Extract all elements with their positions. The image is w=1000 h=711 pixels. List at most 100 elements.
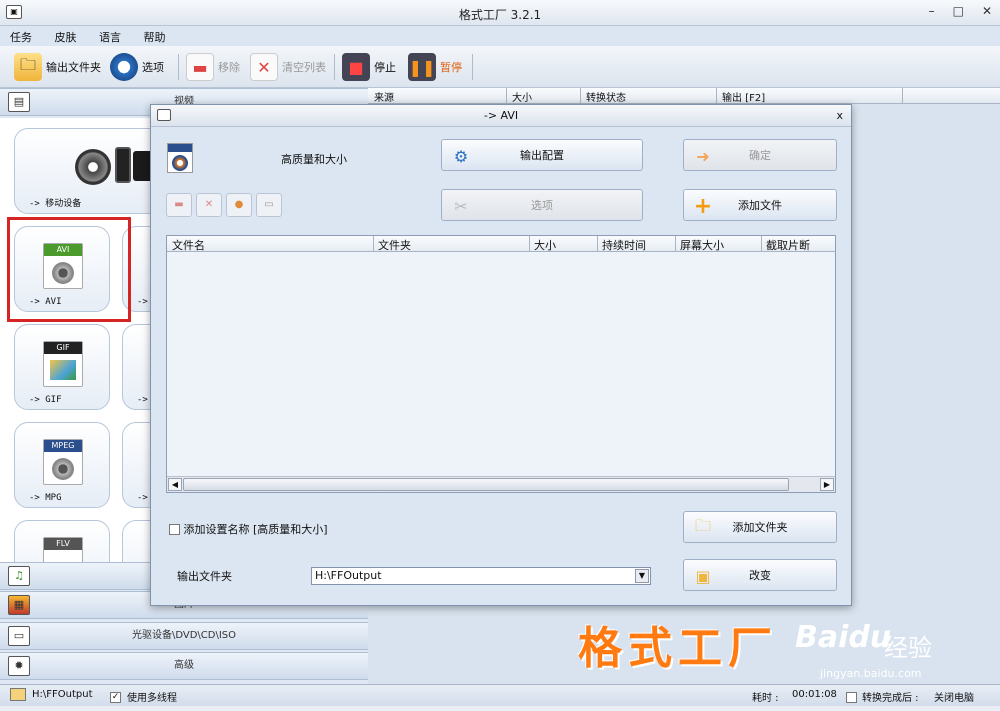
after-convert-label: 转换完成后 : bbox=[862, 693, 919, 704]
menu-help[interactable]: 帮助 bbox=[134, 26, 175, 45]
change-folder-button[interactable]: ▣ 改变 bbox=[683, 559, 837, 591]
watermark-jingyan: 经验 bbox=[884, 634, 932, 662]
col-duration[interactable]: 持续时间 bbox=[602, 237, 646, 253]
category-rom-device[interactable]: ▭ 光驱设备\DVD\CD\ISO bbox=[0, 622, 368, 650]
remove-document-icon: ▬ bbox=[186, 53, 214, 81]
pause-icon: ❚❚ bbox=[408, 53, 436, 81]
dialog-close-button[interactable]: x bbox=[836, 105, 843, 127]
minimize-button[interactable]: – bbox=[929, 4, 935, 18]
col-size[interactable]: 大小 bbox=[512, 89, 532, 104]
quality-label: 高质量和大小 bbox=[281, 153, 347, 166]
config-gear-icon: ⚙ bbox=[453, 146, 469, 166]
multithread-label: 使用多线程 bbox=[127, 693, 177, 704]
tile-mpg[interactable]: MPEG -> MPG bbox=[14, 422, 110, 508]
info-icon: ▭ bbox=[264, 199, 274, 210]
stop-icon: ■ bbox=[342, 53, 370, 81]
options-button[interactable]: ⚙ 选项 bbox=[110, 52, 164, 82]
video-category-icon: ▤ bbox=[8, 92, 30, 112]
gif-format-icon: GIF bbox=[43, 341, 83, 387]
col-source[interactable]: 来源 bbox=[374, 89, 394, 104]
image-icon: ▦ bbox=[8, 595, 30, 615]
menu-language[interactable]: 语言 bbox=[89, 26, 130, 45]
output-folder-button[interactable]: 🗀 输出文件夹 bbox=[14, 52, 101, 82]
col-file-size[interactable]: 大小 bbox=[534, 237, 556, 253]
elapsed-time: 00:01:08 bbox=[792, 689, 837, 700]
close-button[interactable]: ✕ bbox=[982, 4, 992, 18]
remove-button[interactable]: ▬ 移除 bbox=[186, 52, 240, 82]
add-folder-icon: 🗀 bbox=[694, 515, 711, 535]
scroll-thumb[interactable] bbox=[183, 478, 789, 491]
add-file-button[interactable]: + 添加文件 bbox=[683, 189, 837, 221]
clip-options-button[interactable]: ✂ 选项 bbox=[441, 189, 643, 221]
tile-gif[interactable]: GIF -> GIF bbox=[14, 324, 110, 410]
after-convert-action[interactable]: 关闭电脑 bbox=[934, 689, 974, 704]
col-clip[interactable]: 截取片断 bbox=[766, 237, 810, 253]
file-list-header: 文件名 文件夹 大小 持续时间 屏幕大小 截取片断 bbox=[167, 236, 835, 252]
dialog-title: -> AVI bbox=[483, 109, 519, 122]
avi-highlight-box bbox=[7, 217, 131, 322]
col-screen-size[interactable]: 屏幕大小 bbox=[680, 237, 724, 253]
music-note-icon: ♫ bbox=[8, 566, 30, 586]
clear-list-button[interactable]: ✕ 清空列表 bbox=[250, 52, 326, 82]
play-icon: ● bbox=[234, 199, 244, 210]
maximize-button[interactable]: □ bbox=[953, 4, 964, 18]
tile-flv[interactable]: FLV bbox=[14, 520, 110, 562]
clear-files-button[interactable]: ✕ bbox=[196, 193, 222, 217]
elapsed-label: 耗时 : bbox=[752, 693, 779, 704]
options-gear-icon: ⚙ bbox=[110, 53, 138, 81]
pause-button[interactable]: ❚❚ 暂停 bbox=[408, 52, 462, 82]
disc-drive-icon: ▭ bbox=[8, 626, 30, 646]
col-status[interactable]: 转换状态 bbox=[586, 89, 626, 104]
file-info-button[interactable]: ▭ bbox=[256, 193, 282, 217]
tile-gif-label: -> GIF bbox=[29, 395, 62, 405]
folder-browse-icon: ▣ bbox=[695, 566, 711, 586]
advanced-gear-icon: ✹ bbox=[8, 656, 30, 676]
arrow-right-icon: ➜ bbox=[696, 146, 710, 166]
file-list-body[interactable] bbox=[167, 252, 835, 476]
window-title: 格式工厂 3.2.1 bbox=[458, 8, 542, 22]
add-setting-name-label: 添加设置名称 [高质量和大小] bbox=[183, 523, 328, 536]
file-list-hscrollbar[interactable]: ◀ ▶ bbox=[167, 476, 835, 492]
task-list-header: 来源 大小 转换状态 输出 [F2] bbox=[368, 88, 1000, 104]
scissors-icon: ✂ bbox=[454, 196, 468, 216]
flv-format-icon: FLV bbox=[43, 537, 83, 562]
folder-icon: 🗀 bbox=[14, 53, 42, 81]
dialog-title-bar: -> AVI x bbox=[151, 105, 851, 127]
scroll-left-icon[interactable]: ◀ bbox=[168, 478, 182, 491]
menu-task[interactable]: 任务 bbox=[0, 26, 41, 45]
menu-bar: 任务 皮肤 语言 帮助 bbox=[0, 26, 1000, 46]
format-factory-window: ▣ 格式工厂 3.2.1 – □ ✕ 任务 皮肤 语言 帮助 🗀 输出文件夹 ⚙… bbox=[0, 0, 1000, 711]
status-output-path: H:\FFOutput bbox=[32, 689, 93, 700]
plus-icon: + bbox=[693, 193, 713, 219]
col-filename[interactable]: 文件名 bbox=[172, 237, 205, 253]
dialog-app-icon bbox=[157, 109, 171, 121]
add-folder-button[interactable]: 🗀 添加文件夹 bbox=[683, 511, 837, 543]
col-output[interactable]: 输出 [F2] bbox=[722, 89, 765, 104]
title-bar: ▣ 格式工厂 3.2.1 – □ ✕ bbox=[0, 0, 1000, 26]
watermark-text: 格式工厂 bbox=[578, 623, 778, 674]
tile-mpg-label: -> MPG bbox=[29, 493, 62, 503]
avi-format-icon-large bbox=[167, 143, 193, 173]
status-folder-icon[interactable] bbox=[10, 688, 26, 701]
category-advanced[interactable]: ✹ 高级 bbox=[0, 652, 368, 680]
mobile-device-icon bbox=[75, 143, 155, 187]
avi-settings-dialog: -> AVI x 高质量和大小 ⚙ 输出配置 ➜ 确定 ▬ ✕ ● ▭ ✂ 选项… bbox=[150, 104, 852, 606]
remove-file-button[interactable]: ▬ bbox=[166, 193, 192, 217]
stop-button[interactable]: ■ 停止 bbox=[342, 52, 396, 82]
output-folder-select[interactable]: H:\FFOutput ▼ bbox=[311, 567, 651, 585]
play-file-button[interactable]: ● bbox=[226, 193, 252, 217]
add-setting-name-checkbox[interactable]: 添加设置名称 [高质量和大小] bbox=[169, 521, 328, 537]
col-folder[interactable]: 文件夹 bbox=[378, 237, 411, 253]
ok-button[interactable]: ➜ 确定 bbox=[683, 139, 837, 171]
clear-small-icon: ✕ bbox=[204, 199, 214, 210]
watermark-baidu: Baidu bbox=[795, 620, 892, 655]
scroll-right-icon[interactable]: ▶ bbox=[820, 478, 834, 491]
watermark-url: jingyan.baidu.com bbox=[820, 667, 922, 680]
menu-skin[interactable]: 皮肤 bbox=[45, 26, 86, 45]
output-config-button[interactable]: ⚙ 输出配置 bbox=[441, 139, 643, 171]
toolbar: 🗀 输出文件夹 ⚙ 选项 ▬ 移除 ✕ 清空列表 ■ 停止 ❚❚ 暂停 bbox=[0, 46, 1000, 88]
remove-small-icon: ▬ bbox=[174, 199, 184, 210]
mpeg-format-icon: MPEG bbox=[43, 439, 83, 485]
chevron-down-icon[interactable]: ▼ bbox=[635, 569, 649, 583]
clear-x-icon: ✕ bbox=[250, 53, 278, 81]
